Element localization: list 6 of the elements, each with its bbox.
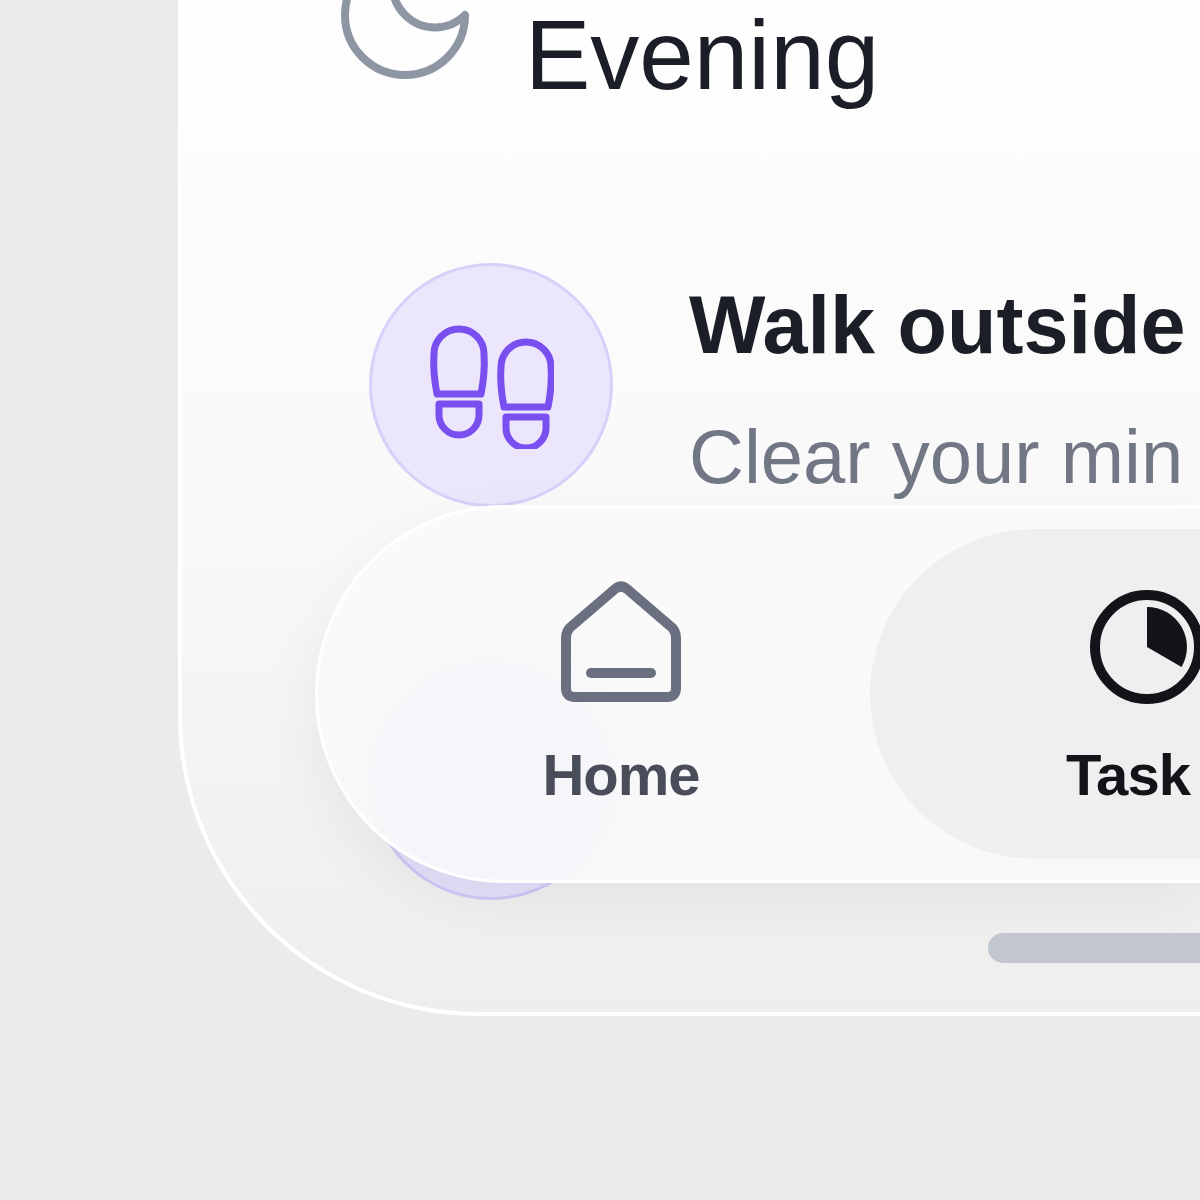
task-title: Walk outside: [689, 285, 1186, 366]
section-title: Evening: [525, 0, 880, 110]
timer-icon: [1090, 590, 1200, 704]
home-icon: [561, 578, 681, 702]
tab-button[interactable]: Task: [870, 529, 1200, 859]
tab-button[interactable]: Home: [372, 529, 870, 859]
